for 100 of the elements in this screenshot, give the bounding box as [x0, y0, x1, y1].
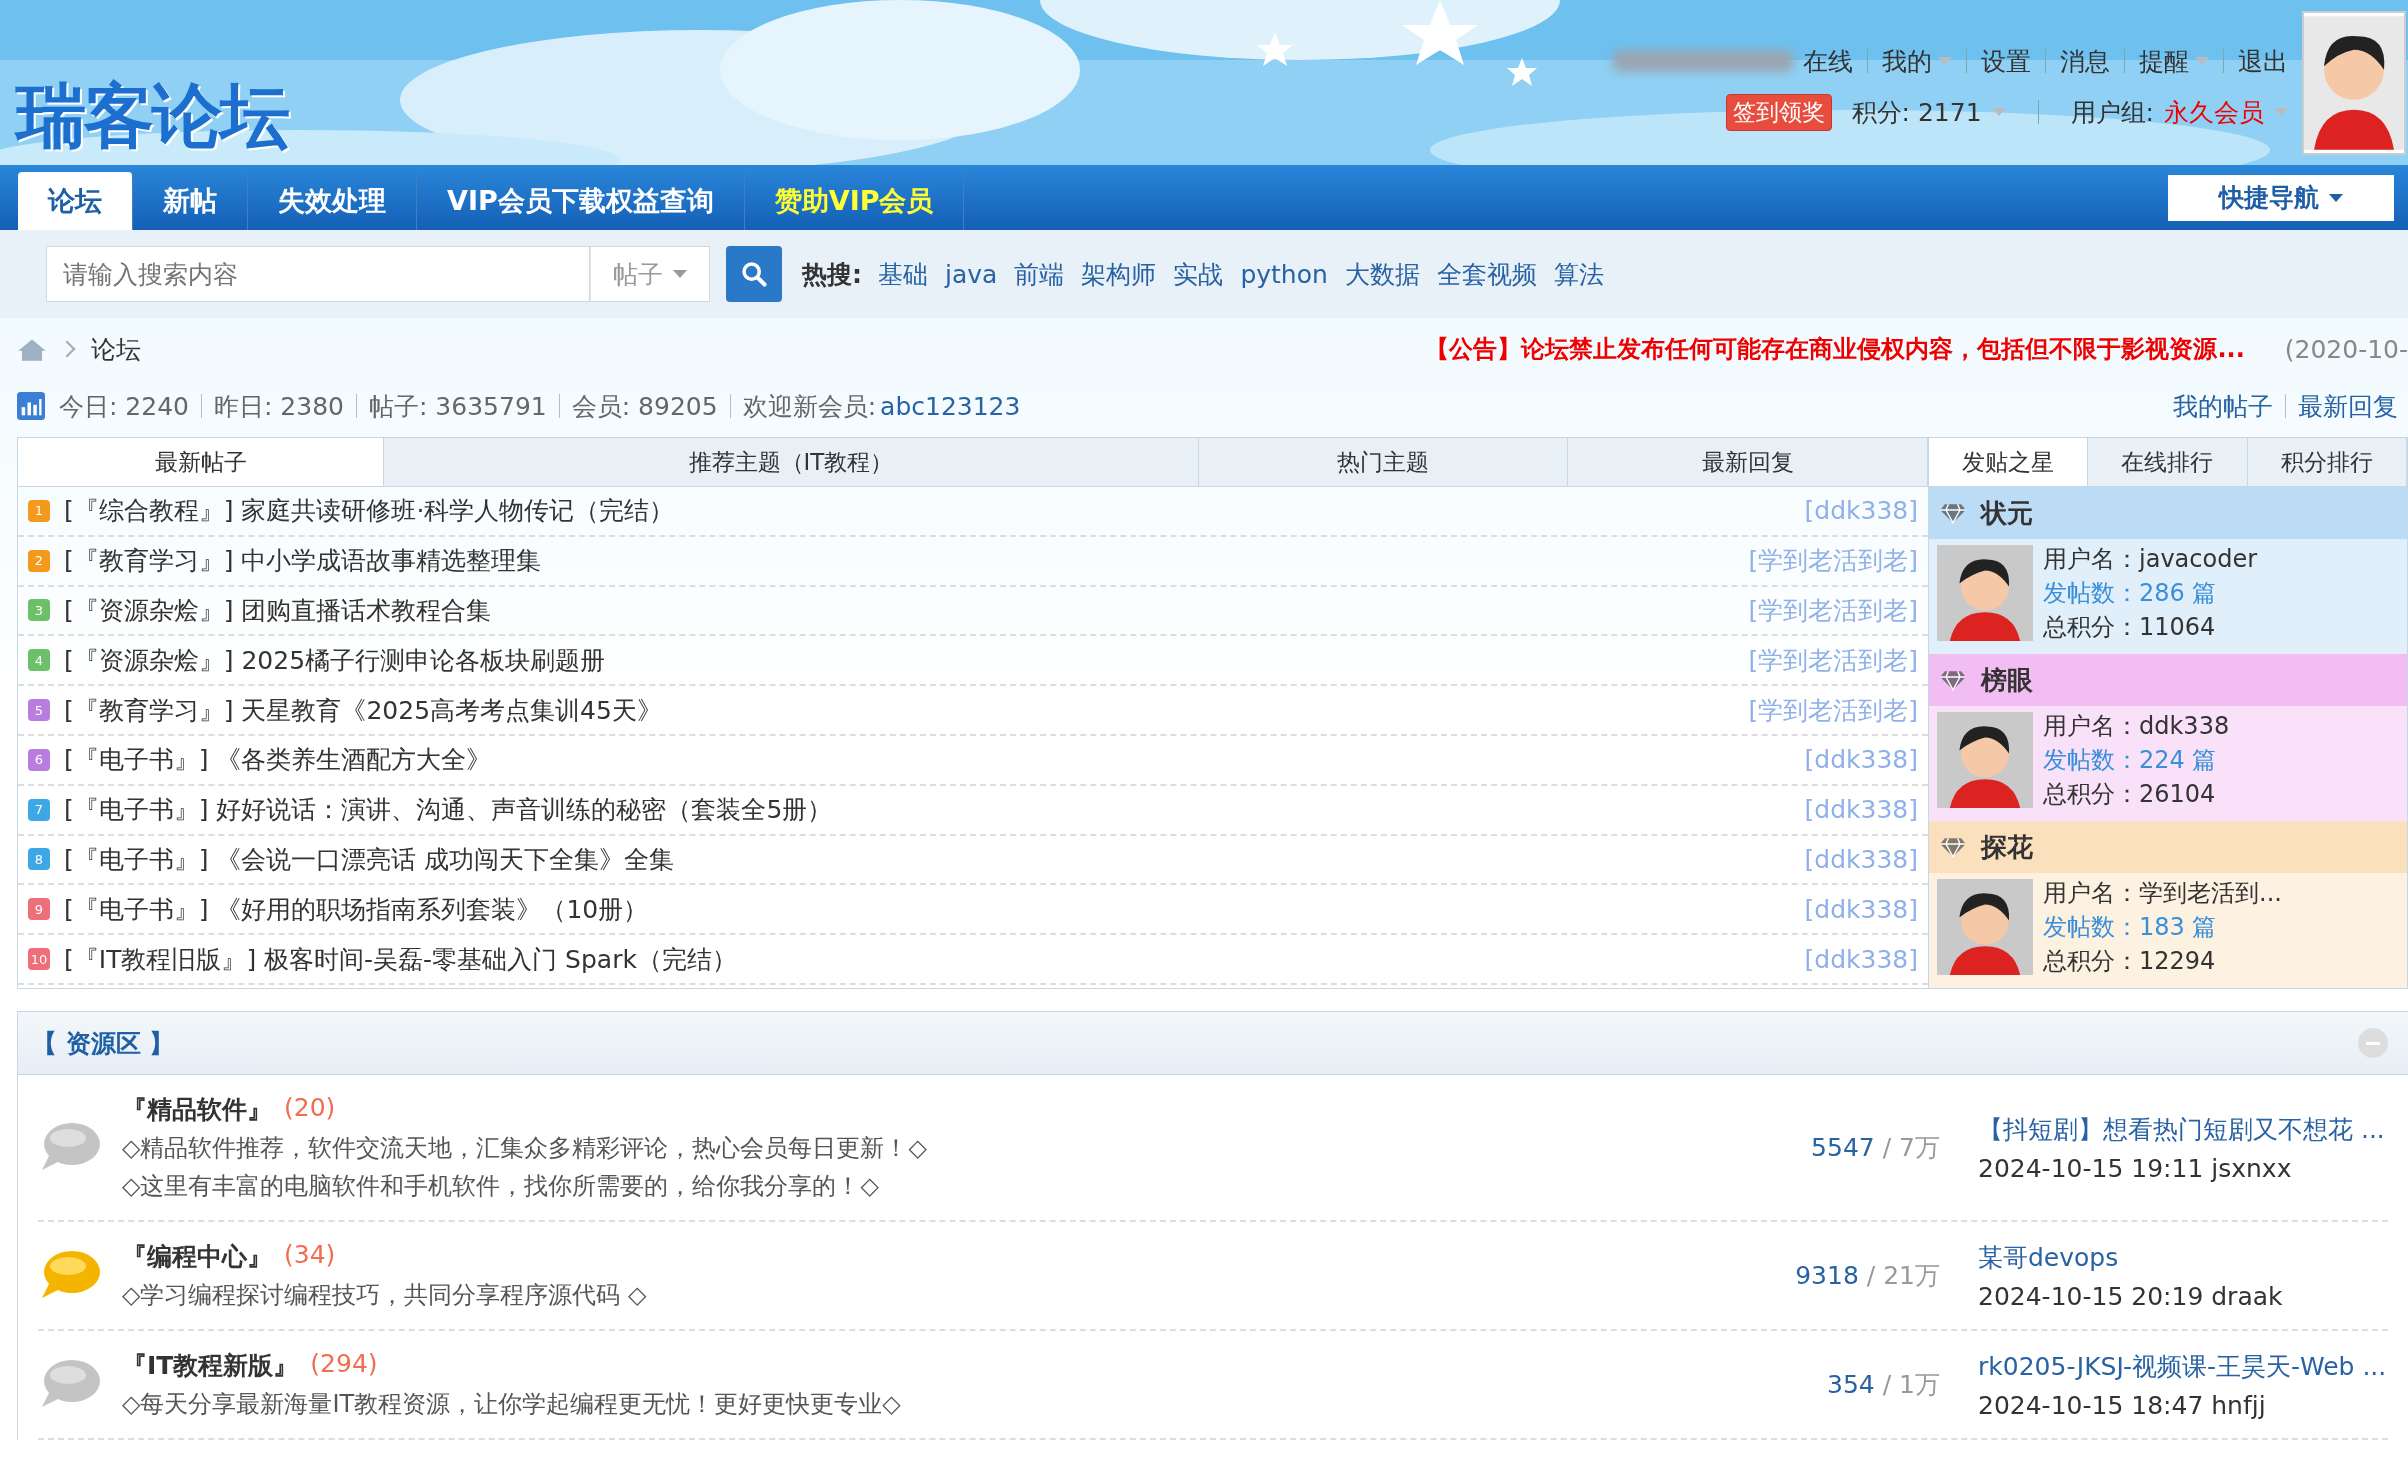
- stat-text: 帖子: 3635791: [369, 390, 547, 423]
- gem-icon: [1939, 669, 1967, 691]
- hot-search-link[interactable]: 全套视频: [1436, 257, 1537, 291]
- gem-icon: [1939, 502, 1967, 524]
- quick-nav-button[interactable]: 快捷导航: [2168, 174, 2394, 221]
- post-title-link[interactable]: [『教育学习』] 中小学成语故事精选整理集: [64, 544, 542, 578]
- forum-name-link[interactable]: 『IT教程新版』: [122, 1349, 299, 1382]
- today-count: (20): [284, 1093, 336, 1124]
- last-post-meta: 2024-10-15 20:19 draak: [1978, 1281, 2284, 1311]
- post-count: / 7万: [1882, 1133, 1940, 1162]
- score-text: 总积分：26104: [2043, 779, 2217, 810]
- user-menu-link[interactable]: 退出: [2238, 44, 2288, 78]
- avatar[interactable]: [1937, 879, 2033, 975]
- username-text: 用户名：javacoder: [2043, 544, 2258, 575]
- caret-icon: [2195, 57, 2209, 65]
- user-menu-link[interactable]: 消息: [2060, 44, 2110, 78]
- post-title-link[interactable]: [『IT教程旧版』] 极客时间-吴磊-零基础入门 Spark（完结）: [64, 942, 737, 976]
- hot-search-link[interactable]: 实战: [1173, 257, 1224, 291]
- gem-icon: [1939, 836, 1967, 858]
- rank-badge: 1: [28, 499, 50, 522]
- post-title-link[interactable]: [『综合教程』] 家庭共读研修班·科学人物传记（完结）: [64, 494, 675, 528]
- points-link[interactable]: 积分: 2171: [1851, 95, 1982, 129]
- post-title-link[interactable]: [『电子书』] 《好用的职场指南系列套装》（10册）: [64, 892, 649, 926]
- hot-search-link[interactable]: java: [945, 259, 998, 289]
- avatar[interactable]: [1937, 545, 2033, 641]
- score-text: 总积分：11064: [2043, 612, 2217, 643]
- post-title-link[interactable]: [『教育学习』] 天星教育《2025高考考点集训45天》: [64, 693, 662, 727]
- hot-search-link[interactable]: 基础: [878, 257, 928, 291]
- user-menu-link[interactable]: 提醒: [2139, 44, 2209, 78]
- last-post-link[interactable]: rk0205-JKSJ-视频课-王昊天-Web ...: [1978, 1349, 2388, 1383]
- nav-tab[interactable]: 论坛: [18, 172, 133, 230]
- caret-icon: [2329, 193, 2343, 202]
- caret-icon: [2274, 108, 2288, 116]
- rank-badge: 10: [28, 948, 50, 971]
- breadcrumb-link[interactable]: 论坛: [91, 332, 141, 366]
- user-menu-link[interactable]: 我的: [1882, 44, 1952, 78]
- hot-search-link[interactable]: 算法: [1553, 257, 1604, 291]
- last-post-link[interactable]: 某哥devops: [1978, 1240, 2388, 1274]
- section-title-link[interactable]: 【 资源区 】: [32, 1026, 175, 1060]
- score-text: 总积分：12294: [2043, 946, 2217, 977]
- rank-badge: 9: [28, 898, 50, 921]
- post-title-link[interactable]: [『电子书』] 《各类养生酒配方大全》: [64, 743, 492, 777]
- ranking-tab[interactable]: 发贴之星: [1929, 438, 2089, 486]
- post-count: / 1万: [1882, 1370, 1940, 1399]
- hot-search-link[interactable]: 大数据: [1344, 257, 1420, 291]
- stats-link[interactable]: 最新回复: [2298, 389, 2398, 423]
- announcement-date: (2020-10-: [2284, 334, 2408, 364]
- new-member-link[interactable]: abc123123: [880, 391, 1021, 421]
- post-count-link[interactable]: 发帖数：183 篇: [2043, 911, 2282, 943]
- today-count: (34): [284, 1240, 336, 1271]
- caret-icon: [673, 270, 687, 278]
- last-post-link[interactable]: 【抖短剧】想看热门短剧又不想花 ...: [1978, 1112, 2388, 1146]
- hot-search-label: 热搜:: [802, 258, 862, 291]
- ranking-title: 榜眼: [1981, 663, 2033, 697]
- hot-search-link[interactable]: 前端: [1014, 257, 1065, 291]
- hot-search-link[interactable]: 架构师: [1081, 257, 1157, 291]
- rank-badge: 5: [28, 699, 50, 722]
- rank-badge: 2: [28, 549, 50, 572]
- post-tab[interactable]: 热门主题: [1199, 438, 1568, 486]
- forum-description: ◇精品软件推荐，软件交流天地，汇集众多精彩评论，热心会员每日更新！◇: [122, 1133, 928, 1164]
- rank-badge: 3: [28, 599, 50, 622]
- post-tab[interactable]: 推荐主题（IT教程）: [384, 438, 1199, 486]
- thread-count: 354: [1827, 1370, 1875, 1399]
- welcome-label: 欢迎新会员:: [742, 390, 877, 423]
- rank-badge: 6: [28, 748, 50, 771]
- avatar[interactable]: [2302, 10, 2406, 155]
- ranking-title: 状元: [1981, 496, 2033, 530]
- user-menu-link[interactable]: 设置: [1981, 44, 2031, 78]
- post-title-link[interactable]: [『资源杂烩』] 团购直播话术教程合集: [64, 594, 492, 627]
- post-title-link[interactable]: [『电子书』] 《会说一口漂亮话 成功闯天下全集》全集: [64, 842, 675, 876]
- stats-icon: [17, 392, 45, 420]
- post-title-link[interactable]: [『电子书』] 好好说话：演讲、沟通、声音训练的秘密（套装全5册）: [64, 793, 833, 827]
- thread-count: 9318: [1795, 1261, 1859, 1290]
- post-tab[interactable]: 最新帖子: [18, 438, 384, 486]
- thread-count: 5547: [1811, 1133, 1875, 1162]
- stats-link[interactable]: 我的帖子: [2173, 389, 2273, 423]
- today-count: (294): [310, 1349, 378, 1380]
- forum-name-link[interactable]: 『精品软件』: [122, 1093, 272, 1126]
- usergroup-label: 用户组:: [2070, 96, 2154, 129]
- avatar[interactable]: [1937, 712, 2033, 808]
- ranking-tab[interactable]: 在线排行: [2088, 438, 2248, 486]
- last-post-meta: 2024-10-15 18:47 hnfjj: [1978, 1390, 2267, 1420]
- forum-description: ◇每天分享最新海量IT教程资源，让你学起编程更无忧！更好更快更专业◇: [122, 1389, 902, 1420]
- last-post-meta: 2024-10-15 19:11 jsxnxx: [1978, 1153, 2293, 1183]
- stat-text: 昨日: 2380: [214, 390, 344, 423]
- caret-icon: [1991, 108, 2006, 116]
- hot-search-link[interactable]: python: [1240, 259, 1328, 289]
- search-icon: [740, 260, 768, 288]
- ranking-tab[interactable]: 积分排行: [2247, 438, 2407, 486]
- post-title-link[interactable]: [『资源杂烩』] 2025橘子行测申论各板块刷题册: [64, 643, 606, 677]
- forum-name-link[interactable]: 『编程中心』: [122, 1240, 272, 1273]
- forum-description: ◇这里有丰富的电脑软件和手机软件，找你所需要的，给你我分享的！◇: [122, 1171, 880, 1202]
- checkin-button[interactable]: 签到领奖: [1725, 93, 1832, 131]
- announcement-link[interactable]: 【公告】论坛禁止发布任何可能存在商业侵权内容，包括但不限于影视资源...: [1425, 333, 2245, 365]
- stat-text: 会员: 89205: [571, 390, 718, 423]
- search-button[interactable]: [726, 246, 782, 302]
- rank-badge: 7: [28, 798, 50, 821]
- rank-badge: 8: [28, 848, 50, 871]
- rank-badge: 4: [28, 649, 50, 672]
- search-field[interactable]: 请输入搜索内容: [46, 246, 590, 302]
